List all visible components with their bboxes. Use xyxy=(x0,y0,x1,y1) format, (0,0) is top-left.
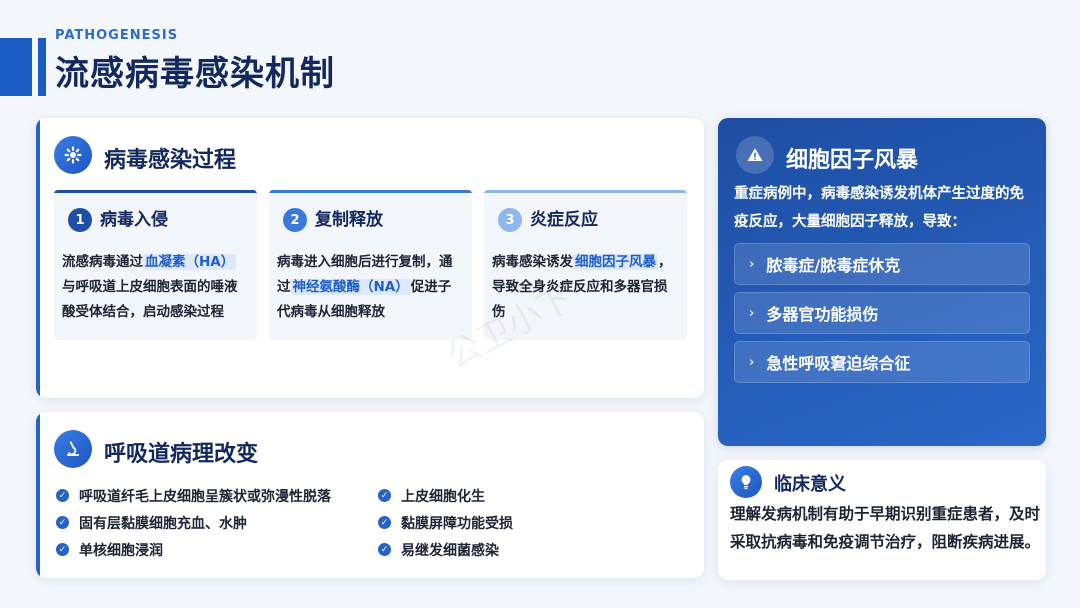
check-icon: ✓ xyxy=(56,516,69,529)
list-item: ✓ 固有层黏膜细胞充血、水肿 xyxy=(56,509,331,536)
step-title: 炎症反应 xyxy=(530,210,598,230)
microscope-icon xyxy=(54,430,92,468)
list-item-text: 黏膜屏障功能受损 xyxy=(401,515,513,532)
list-item: ✓ 黏膜屏障功能受损 xyxy=(378,509,513,536)
storm-item-text: 急性呼吸窘迫综合征 xyxy=(766,354,911,373)
step-description: 流感病毒通过 血凝素（HA） 与呼吸道上皮细胞表面的唾液酸受体结合，启动感染过程 xyxy=(62,250,249,325)
chevron-right-icon: › xyxy=(749,256,755,272)
step-number: 2 xyxy=(283,208,307,232)
clinical-description: 理解发病机制有助于早期识别重症患者，及时采取抗病毒和免疫调节治疗，阻断疾病进展。 xyxy=(730,505,1041,551)
step-top-bar xyxy=(484,190,687,193)
step-highlight: 细胞因子风暴 xyxy=(573,254,658,270)
pathology-list-left: ✓ 呼吸道纤毛上皮细胞呈簇状或弥漫性脱落 ✓ 固有层黏膜细胞充血、水肿 ✓ 单核细胞浸… xyxy=(56,482,331,563)
card-accent-bar xyxy=(36,412,40,578)
page-title: 流感病毒感染机制 xyxy=(55,54,335,94)
storm-item: › 脓毒症/脓毒症休克 xyxy=(734,243,1030,285)
cytokine-storm-card: 细胞因子风暴 重症病例中，病毒感染诱发机体产生过度的免疫反应，大量细胞因子释放，… xyxy=(718,118,1046,446)
check-icon: ✓ xyxy=(378,543,391,556)
check-icon: ✓ xyxy=(56,489,69,502)
list-item-text: 呼吸道纤毛上皮细胞呈簇状或弥漫性脱落 xyxy=(79,488,331,505)
check-icon: ✓ xyxy=(56,543,69,556)
storm-item-text: 多器官功能损伤 xyxy=(766,305,879,324)
pathology-list-right: ✓ 上皮细胞化生 ✓ 黏膜屏障功能受损 ✓ 易继发细菌感染 xyxy=(378,482,513,563)
step-text: 病毒感染诱发 xyxy=(492,254,573,270)
step-highlight: 神经氨酸酶（NA） xyxy=(290,279,411,295)
step-text: 流感病毒通过 xyxy=(62,254,143,270)
step-card-invasion: 1 病毒入侵 流感病毒通过 血凝素（HA） 与呼吸道上皮细胞表面的唾液酸受体结合，启… xyxy=(54,190,257,340)
chevron-right-icon: › xyxy=(749,305,755,321)
step-title: 病毒入侵 xyxy=(100,210,168,230)
step-title: 复制释放 xyxy=(315,210,383,230)
step-top-bar xyxy=(269,190,472,193)
lightbulb-icon xyxy=(730,466,762,498)
pathology-card: 呼吸道病理改变 ✓ 呼吸道纤毛上皮细胞呈簇状或弥漫性脱落 ✓ 固有层黏膜细胞充血、水… xyxy=(36,412,704,578)
step-text: 与呼吸道上皮细胞表面的唾液酸受体结合，启动感染过程 xyxy=(62,279,238,320)
page-subtitle: PATHOGENESIS xyxy=(55,28,179,43)
infection-process-card: 病毒感染过程 1 病毒入侵 流感病毒通过 血凝素（HA） 与呼吸道上皮细胞表面的唾液… xyxy=(36,118,704,398)
list-item-text: 固有层黏膜细胞充血、水肿 xyxy=(79,515,247,532)
storm-item: › 急性呼吸窘迫综合征 xyxy=(734,341,1030,383)
step-number: 3 xyxy=(498,208,522,232)
step-description: 病毒进入细胞后进行复制，通过 神经氨酸酶（NA） 促进子代病毒从细胞释放 xyxy=(277,250,464,325)
check-icon: ✓ xyxy=(378,489,391,502)
card-accent-bar xyxy=(36,118,40,398)
clinical-title: 临床意义 xyxy=(774,474,846,495)
warning-icon xyxy=(736,136,774,174)
gear-icon xyxy=(54,136,92,174)
list-item-text: 上皮细胞化生 xyxy=(401,488,485,505)
infection-section-title: 病毒感染过程 xyxy=(104,148,237,173)
storm-title: 细胞因子风暴 xyxy=(786,148,919,173)
step-number: 1 xyxy=(68,208,92,232)
storm-item-text: 脓毒症/脓毒症休克 xyxy=(766,256,901,275)
pathology-section-title: 呼吸道病理改变 xyxy=(104,442,259,467)
chevron-right-icon: › xyxy=(749,354,755,370)
header-accent-block xyxy=(0,38,32,96)
list-item: ✓ 呼吸道纤毛上皮细胞呈簇状或弥漫性脱落 xyxy=(56,482,331,509)
list-item-text: 单核细胞浸润 xyxy=(79,542,163,559)
storm-description: 重症病例中，病毒感染诱发机体产生过度的免疫反应，大量细胞因子释放，导致： xyxy=(734,186,1024,230)
step-highlight: 血凝素（HA） xyxy=(143,254,237,270)
step-top-bar xyxy=(54,190,257,193)
list-item-text: 易继发细菌感染 xyxy=(401,542,499,559)
step-card-inflammation: 3 炎症反应 病毒感染诱发 细胞因子风暴 ，导致全身炎症反应和多器官损伤 xyxy=(484,190,687,340)
list-item: ✓ 单核细胞浸润 xyxy=(56,536,331,563)
check-icon: ✓ xyxy=(378,516,391,529)
storm-item: › 多器官功能损伤 xyxy=(734,292,1030,334)
header-accent-bar xyxy=(38,38,46,96)
list-item: ✓ 上皮细胞化生 xyxy=(378,482,513,509)
clinical-significance-card: 临床意义 理解发病机制有助于早期识别重症患者，及时采取抗病毒和免疫调节治疗，阻断… xyxy=(718,460,1046,580)
step-description: 病毒感染诱发 细胞因子风暴 ，导致全身炎症反应和多器官损伤 xyxy=(492,250,679,325)
list-item: ✓ 易继发细菌感染 xyxy=(378,536,513,563)
step-card-replication: 2 复制释放 病毒进入细胞后进行复制，通过 神经氨酸酶（NA） 促进子代病毒从细胞释… xyxy=(269,190,472,340)
